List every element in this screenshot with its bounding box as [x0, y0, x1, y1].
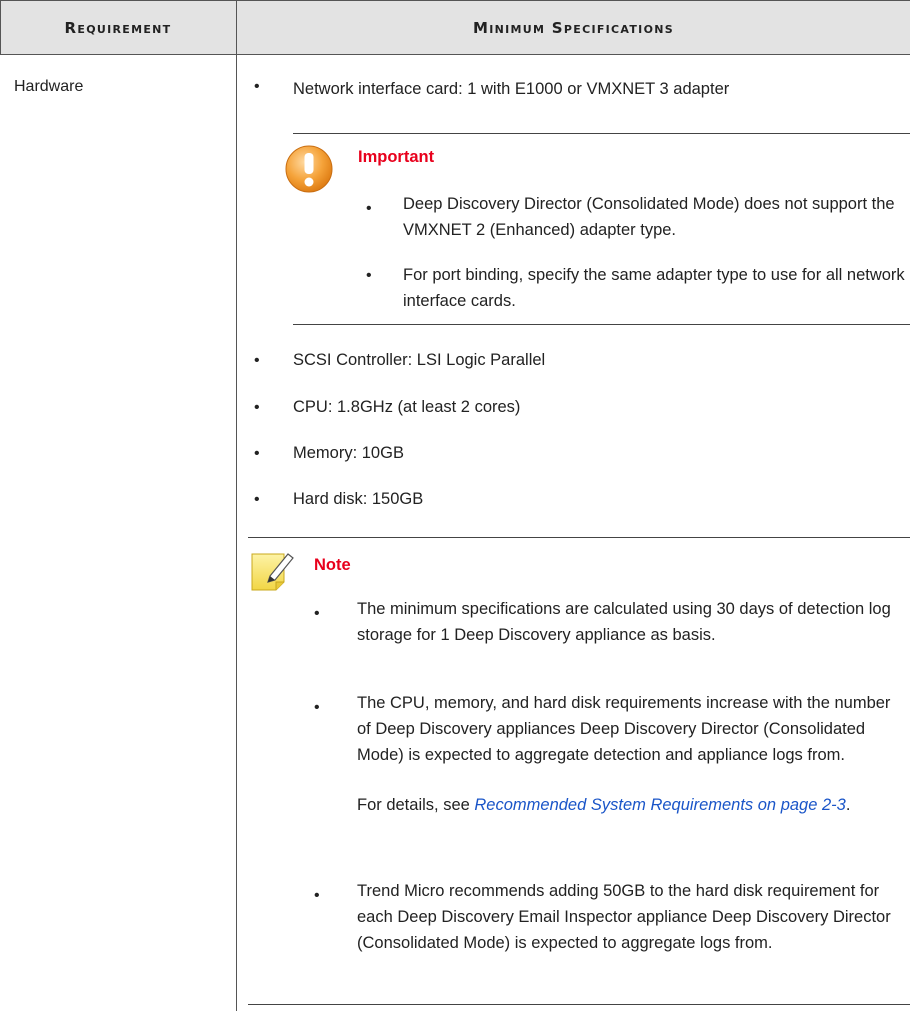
warning-circle-icon — [285, 145, 333, 193]
note-item-3: Trend Micro recommends adding 50GB to th… — [357, 882, 891, 952]
bullet-dot: • — [314, 699, 320, 716]
spec-hard-disk: Hard disk: 150GB — [293, 490, 424, 508]
important-bottom-rule — [293, 324, 910, 325]
note-pencil-icon — [251, 553, 294, 591]
bullet-dot: • — [254, 491, 260, 508]
bullet-dot: • — [254, 78, 260, 95]
requirement-cell: Hardware — [14, 78, 84, 95]
note-bottom-rule — [248, 1004, 910, 1005]
spec-network-interface: Network interface card: 1 with E1000 or … — [293, 80, 730, 98]
note-top-rule — [248, 537, 910, 538]
bullet-dot: • — [254, 399, 260, 416]
bullet-dot: • — [314, 605, 320, 622]
note-item-1: The minimum specifications are calculate… — [357, 600, 891, 644]
note-details-suffix: . — [845, 796, 851, 814]
bullet-dot: • — [254, 445, 260, 462]
important-item-2: For port binding, specify the same adapt… — [403, 266, 905, 310]
column-divider — [236, 0, 237, 1011]
note-details-prefix: For details, see — [357, 796, 475, 814]
important-title: Important — [358, 148, 435, 166]
spec-memory: Memory: 10GB — [293, 444, 404, 462]
note-title: Note — [314, 556, 351, 574]
spec-scsi-controller: SCSI Controller: LSI Logic Parallel — [293, 351, 546, 369]
recommended-requirements-link[interactable]: Recommended System Requirements on page … — [474, 796, 845, 814]
bullet-dot: • — [366, 267, 372, 284]
note-details: For details, see Recommended System Requ… — [357, 792, 905, 818]
bullet-dot: • — [314, 887, 320, 904]
requirements-table: Requirement Minimum Specifications Hardw… — [0, 0, 910, 1011]
bullet-dot: • — [254, 352, 260, 369]
header-minimum-specifications: Minimum Specifications — [473, 18, 674, 37]
bullet-dot: • — [366, 200, 372, 217]
important-item-1: Deep Discovery Director (Consolidated Mo… — [403, 195, 895, 239]
note-item-2: The CPU, memory, and hard disk requireme… — [357, 694, 891, 764]
important-top-rule — [293, 133, 910, 134]
table-border-left — [0, 0, 1, 55]
spec-cpu: CPU: 1.8GHz (at least 2 cores) — [293, 398, 521, 416]
header-requirement: Requirement — [64, 18, 172, 37]
